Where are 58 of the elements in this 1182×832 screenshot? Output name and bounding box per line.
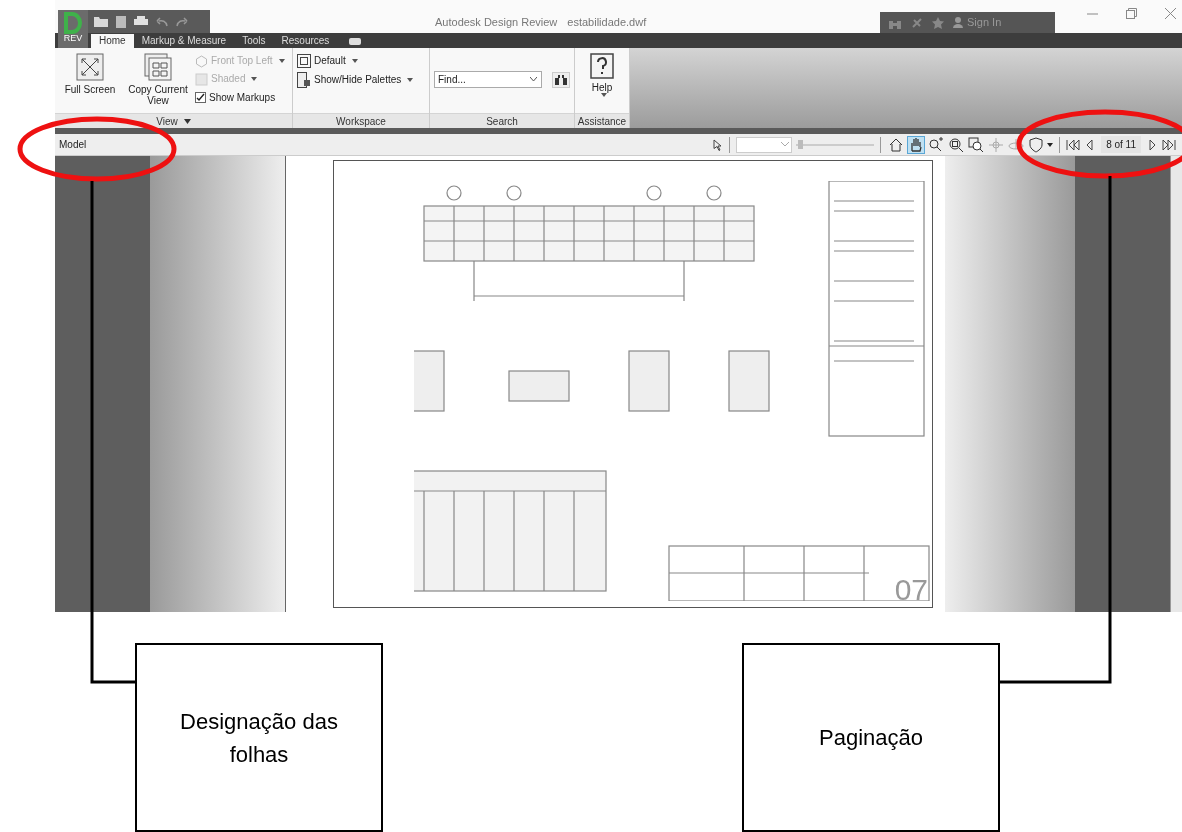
zoom-fit-icon[interactable]: [967, 135, 986, 154]
caret-icon: [407, 78, 414, 82]
callout-box: Designação das folhas: [135, 643, 383, 832]
ribbon-button[interactable]: Copy Current View: [127, 53, 189, 106]
ribbon-button[interactable]: Default: [297, 54, 414, 68]
zoom-window-icon[interactable]: [947, 135, 966, 154]
previous-page-icon[interactable]: [1084, 138, 1095, 151]
caret-icon: [251, 77, 258, 81]
last-page-icon[interactable]: [1162, 138, 1176, 151]
help-button[interactable]: Help: [580, 53, 624, 97]
cube-icon: [195, 54, 208, 68]
extension-icon[interactable]: [349, 38, 362, 45]
star-icon[interactable]: [932, 16, 944, 29]
sheet-number: 07: [894, 575, 928, 605]
pointer-icon[interactable]: [713, 138, 724, 151]
shield-icon[interactable]: [1027, 135, 1046, 154]
dropdown-arrow-icon[interactable]: [183, 118, 191, 124]
callout-box: Paginação: [742, 643, 1000, 832]
window-grid-icon: [144, 53, 172, 81]
ribbon-button[interactable]: Full Screen: [59, 53, 121, 95]
window-icon: [297, 54, 311, 68]
ribbon-group-label: Search: [486, 114, 518, 129]
document-name: estabilidade.dwf: [567, 15, 647, 30]
ribbon-tab[interactable]: Home: [91, 34, 134, 48]
ribbon-tab[interactable]: Markup & Measure: [133, 34, 235, 48]
app-menu-button[interactable]: REV: [58, 10, 88, 48]
letter-d-logo-icon: [63, 12, 83, 34]
ribbon-group-label: Assistance: [577, 114, 627, 129]
dropdown-arrow-icon[interactable]: [1047, 142, 1054, 147]
close-icon[interactable]: [1165, 8, 1176, 19]
save-icon[interactable]: [116, 15, 126, 28]
palette-icon: [297, 72, 311, 88]
checkbox[interactable]: [195, 92, 206, 103]
sheet-name: Model: [59, 138, 87, 152]
fullscreen-icon: [76, 53, 104, 81]
caret-icon: [278, 59, 285, 63]
user-icon: [953, 17, 963, 28]
ribbon-button[interactable]: Show/Hide Palettes: [297, 72, 414, 88]
folder-icon[interactable]: [94, 16, 108, 27]
shaded-box-icon: [195, 72, 208, 86]
ribbon-tab[interactable]: Tools: [234, 34, 274, 48]
binoculars-icon[interactable]: [552, 71, 570, 88]
page-indicator[interactable]: 8 of 11: [1101, 136, 1141, 153]
ribbon-tab[interactable]: Resources: [273, 34, 338, 48]
help-icon: [590, 53, 614, 79]
first-page-icon[interactable]: [1066, 138, 1081, 151]
print-icon[interactable]: [134, 15, 148, 28]
restore-icon[interactable]: [1126, 8, 1137, 19]
caret-icon: [351, 59, 358, 63]
zoom-slider[interactable]: [796, 137, 875, 152]
next-page-icon[interactable]: [1148, 138, 1158, 151]
checkbox-label: Show Markups: [209, 91, 276, 105]
zoom-icon[interactable]: [927, 135, 946, 154]
hand-icon[interactable]: [907, 135, 926, 154]
ribbon-group-label: View: [156, 114, 178, 129]
window-title: Autodesk Design Review: [435, 15, 558, 30]
ribbon-group-label: Workspace: [336, 114, 386, 129]
caret-icon: [600, 93, 607, 97]
